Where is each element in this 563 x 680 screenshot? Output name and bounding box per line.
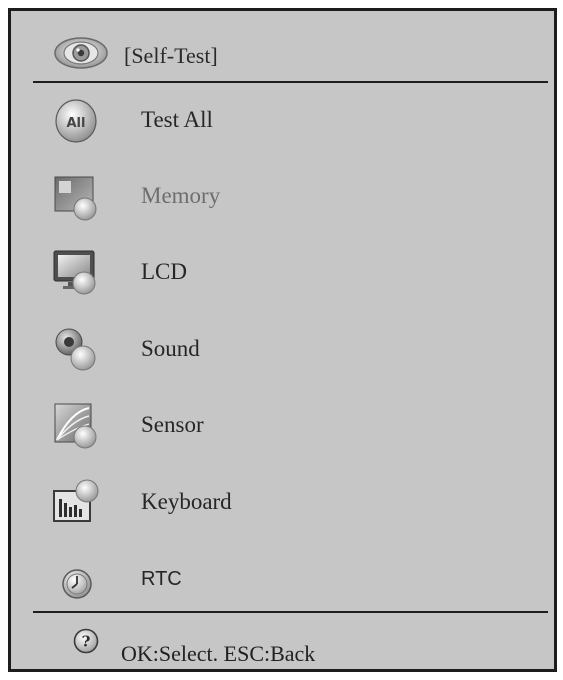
clock-icon: [62, 569, 92, 599]
memory-icon: [54, 176, 97, 221]
key-hint: OK:Select. ESC:Back: [121, 641, 316, 666]
menu-item-label: Sound: [141, 336, 200, 361]
panel-title: [Self-Test]: [124, 43, 218, 68]
menu-item-label: LCD: [141, 259, 187, 284]
menu-item-sensor[interactable]: Sensor: [41, 394, 521, 458]
menu-item-label: Test All: [141, 107, 213, 132]
menu-item-label: Memory: [141, 183, 221, 208]
menu-item-keyboard[interactable]: Keyboard: [41, 471, 521, 535]
menu-item-memory[interactable]: Memory: [41, 165, 521, 229]
menu-item-lcd[interactable]: LCD: [41, 241, 521, 305]
menu-item-label: Keyboard: [141, 489, 232, 514]
menu-item-label: RTC: [141, 568, 182, 590]
all-icon: All: [55, 99, 97, 143]
keyboard-icon: [53, 479, 99, 522]
header: [Self-Test]: [11, 11, 554, 87]
monitor-icon: [53, 250, 96, 295]
svg-text:?: ?: [82, 633, 91, 651]
svg-text:All: All: [67, 116, 86, 131]
menu-item-test-all[interactable]: All Test All: [41, 89, 521, 153]
speaker-icon: [55, 328, 96, 371]
footer: ? OK:Select. ESC:Back: [11, 617, 554, 672]
eye-icon: [54, 37, 108, 69]
footer-divider: [33, 611, 548, 613]
menu-item-sound[interactable]: Sound: [41, 318, 521, 382]
self-test-panel: [Self-Test] All Test All Memory LCD Soun…: [8, 8, 557, 672]
help-icon: ?: [73, 628, 99, 654]
header-divider: [33, 81, 548, 83]
menu-item-label: Sensor: [141, 412, 204, 437]
menu-item-rtc[interactable]: RTC: [41, 548, 521, 612]
sensor-icon: [54, 403, 97, 449]
